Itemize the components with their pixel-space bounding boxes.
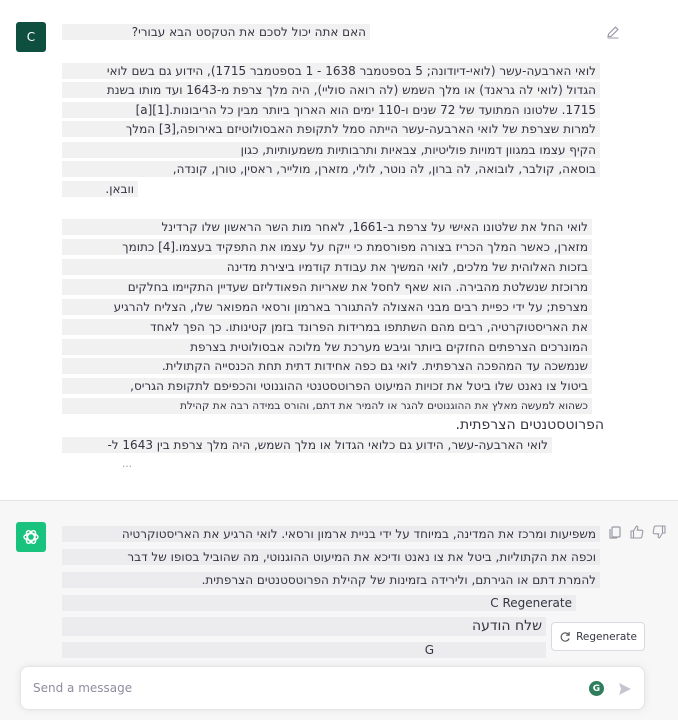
user-text-line: בוסאה, קולבר, לובואה, לה ברון, לה נוטר, … [62, 161, 600, 177]
assistant-extra-regenerate: C Regenerate [62, 595, 576, 611]
assistant-extra-send: שלח הודעה [62, 617, 546, 636]
user-text-line: למרות שצרפת של לואי הארבעה-עשר הייתה סמל… [62, 121, 600, 137]
user-text-line: הגדול (לואי לה גראנד) או מלך השמש (לה רו… [62, 82, 600, 98]
assistant-extra-g: G [62, 642, 546, 658]
user-text-line: מצרפת; על ידי כפיית רבים מבני האצולה להת… [62, 299, 592, 315]
send-icon[interactable] [617, 681, 633, 697]
user-text-line: לואי החל את שלטונו האישי על צרפת ב-1661,… [62, 219, 592, 235]
user-text-line: המונרכים הצרפתים החזקים ביותר וגיבש מערכ… [62, 339, 592, 355]
user-question: האם אתה יכול לסכם את הטקסט הבא עבורי? [62, 24, 370, 40]
user-text-line: ביטול צו נאנט שלו ביטל את זכויות המיעוט … [62, 378, 592, 394]
user-text-line: לואי הארבעה-עשר (לואי-דיודונה; 5 בספטמבר… [62, 63, 600, 79]
edit-icon[interactable] [605, 24, 621, 40]
user-avatar: C [16, 22, 46, 52]
user-text-line: מזארן, כאשר המלך הכריז בצורה מפורסמת כי … [62, 239, 592, 255]
user-text-line: 1715. שלטונו המתועד של 72 שנים ו-110 ימי… [62, 102, 600, 118]
message-input[interactable]: Send a message [33, 681, 132, 695]
user-text-line: כשהוא למעשה מאלץ את ההוגנוטים להגר או לה… [62, 398, 592, 414]
thumbs-up-icon[interactable] [629, 524, 645, 540]
user-text-line: וובאן. [62, 181, 138, 197]
user-text-line: הפרוטסטנטים הצרפתית. [455, 417, 604, 433]
openai-logo-icon [16, 522, 46, 552]
user-avatar-letter: C [26, 30, 36, 44]
copy-icon[interactable] [607, 524, 623, 540]
regenerate-label: Regenerate [576, 630, 637, 643]
user-text-line: מרוכזת שנשלטת מהבירה. הוא שאף לחסל את שא… [62, 279, 592, 295]
user-text-line: הקיף עצמו במגוון דמויות פוליטיות, צבאיות… [62, 142, 600, 158]
assistant-text-line: להמרת דתם או הגירתם, ולירידה בזמינות של … [62, 572, 600, 588]
grammar-extension-icon[interactable]: G [589, 681, 604, 696]
user-text-line: ... [121, 458, 132, 470]
regenerate-button[interactable]: Regenerate [551, 622, 645, 651]
user-text-line: את האריסטוקרטיה, רבים מהם השתתפו במרידות… [62, 319, 592, 335]
assistant-text-line: משפיעות ומרכז את המדינה, במיוחד על ידי ב… [62, 526, 600, 542]
assistant-text-line: וכפה את הקתוליות, ביטל את צו נאנט ודיכא … [62, 549, 600, 565]
thumbs-down-icon[interactable] [651, 524, 667, 540]
user-text-line: שנמשכה עד המהפכה הצרפתית. לואי גם כפה אח… [62, 358, 592, 374]
user-text-line: לואי הארבעה-עשר, הידוע גם כלואי הגדול או… [62, 437, 552, 453]
message-composer[interactable]: Send a message G [20, 666, 645, 710]
user-text-line: בזכות האלוהית של מלכים, לואי המשיך את עב… [62, 259, 592, 275]
refresh-icon [560, 631, 570, 642]
grammar-badge-letter: G [592, 683, 601, 694]
